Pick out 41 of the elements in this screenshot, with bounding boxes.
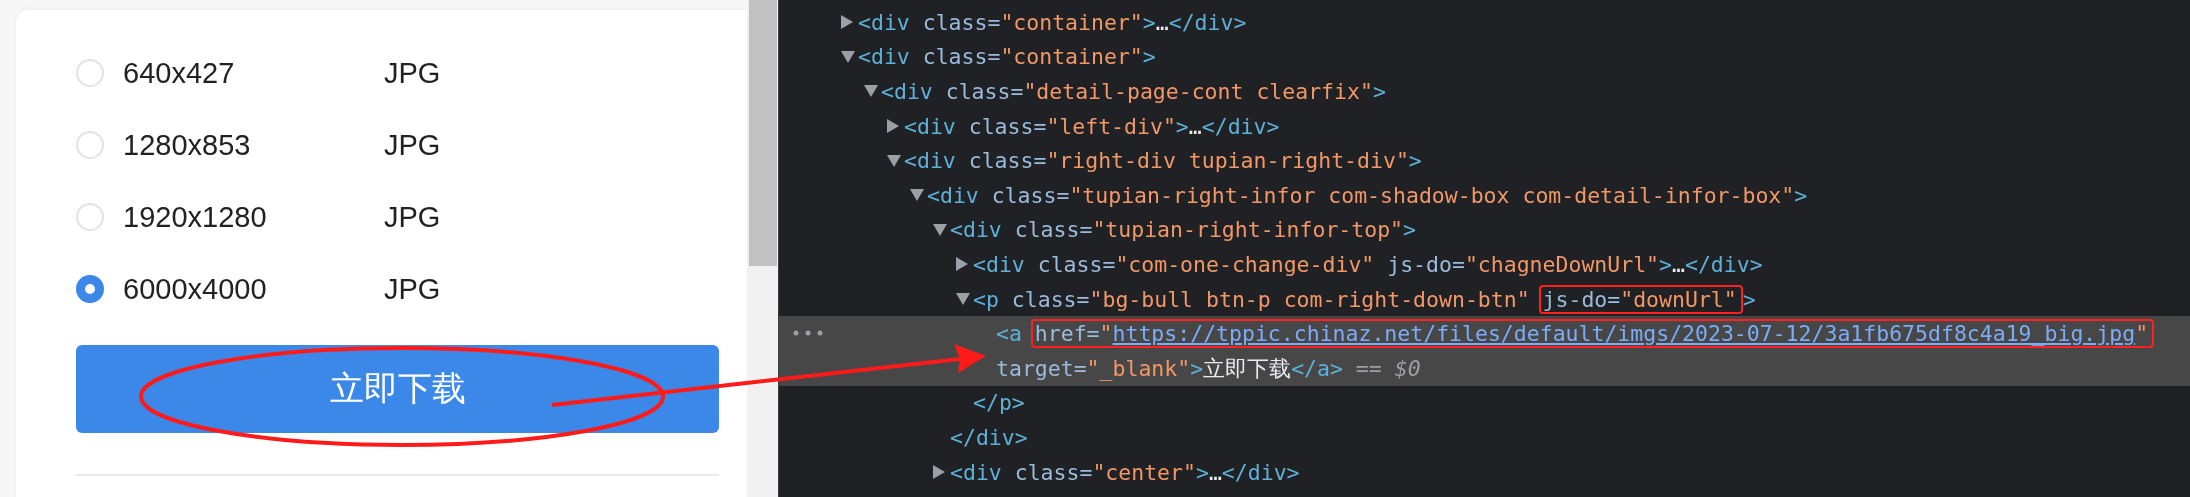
code-line[interactable]: <div class="tupian-right-infor com-shadow-box com-detail-infor-box">	[927, 182, 1808, 208]
code-line[interactable]: <div class="left-div">…</div>	[904, 113, 1280, 139]
expanded-triangle-icon[interactable]	[887, 154, 901, 167]
code-line[interactable]: <div class="detail-page-cont clearfix">	[881, 79, 1386, 104]
format-label: JPG	[384, 56, 441, 90]
expanded-triangle-icon[interactable]	[841, 50, 855, 63]
expanded-triangle-icon[interactable]	[933, 223, 947, 236]
expanded-triangle-icon[interactable]	[956, 293, 970, 306]
resolution-label: 1920x1280	[123, 200, 268, 234]
code-line[interactable]: </p>	[973, 390, 1025, 416]
code-line[interactable]: <div class="com-one-change-div" js-do="chagneDownUrl">…</div>	[973, 251, 1763, 277]
code-line[interactable]: target="_blank">立即下载</a> == $0	[996, 353, 1421, 383]
code-text: href="	[1034, 321, 1113, 347]
download-button[interactable]: 立即下载	[76, 345, 719, 433]
format-label: JPG	[384, 200, 441, 234]
expanded-triangle-icon[interactable]	[910, 189, 924, 202]
code-text: <p class="bg-bull btn-p com-right-down-btn"	[973, 286, 1531, 312]
code-line[interactable]: <div class="tupian-right-infor-top">	[950, 217, 1416, 243]
code-line[interactable]: </div>	[950, 424, 1028, 450]
radio-button[interactable]	[76, 275, 104, 303]
collapsed-triangle-icon[interactable]	[841, 15, 853, 30]
format-label: JPG	[384, 128, 441, 162]
code-line[interactable]: <div class="container">…</div>	[858, 9, 1247, 35]
collapsed-triangle-icon[interactable]	[956, 257, 968, 272]
scrollbar-thumb[interactable]	[749, 0, 777, 266]
format-label: JPG	[384, 272, 441, 306]
resolution-label: 1280x853	[123, 128, 252, 162]
code-line[interactable]: <div class="container">	[858, 44, 1156, 70]
code-line[interactable]: <div class="center">…</div>	[950, 459, 1300, 485]
resolution-label: 6000x4000	[123, 272, 268, 306]
url-link[interactable]: https://tppic.chinaz.net/files/default/imgs/2023-07-12/3a1fb675df8c4a19_big.jpg	[1112, 321, 2136, 347]
resolution-label: 640x427	[123, 56, 236, 90]
code-text: <a	[996, 321, 1023, 347]
more-icon[interactable]	[793, 330, 823, 337]
collapsed-triangle-icon[interactable]	[887, 119, 899, 134]
code-text: "	[2135, 321, 2149, 347]
code-line[interactable]: <div class="right-div tupian-right-div">	[904, 148, 1422, 174]
code-text: js-do="downUrl"	[1542, 286, 1737, 312]
code-text: >	[1742, 286, 1756, 312]
collapsed-triangle-icon[interactable]	[933, 465, 945, 479]
expanded-triangle-icon[interactable]	[864, 85, 878, 98]
